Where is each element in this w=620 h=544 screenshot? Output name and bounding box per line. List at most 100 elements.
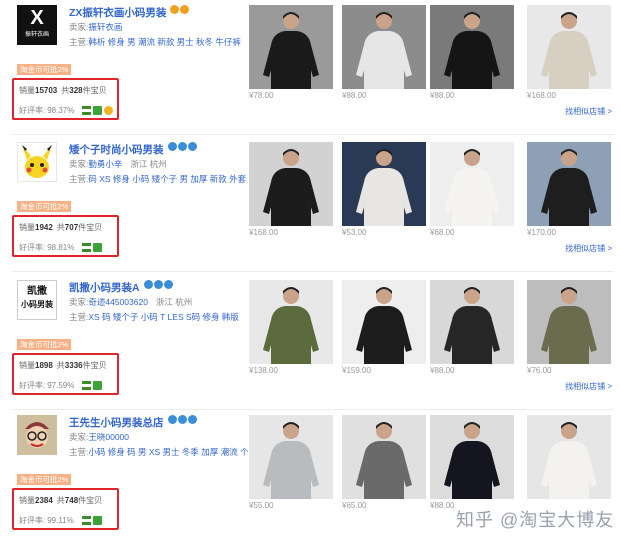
rating-line: 好评率: 97.59% — [19, 380, 103, 391]
product-image-4 — [527, 5, 611, 89]
total-value: 3336 — [64, 361, 83, 370]
store-name-link[interactable]: 凯撒小码男装A — [69, 280, 140, 295]
store-name-link[interactable]: 矮个子时尚小码男装 — [69, 142, 164, 157]
product-thumbnail[interactable] — [430, 280, 514, 364]
store-location: 浙江 杭州 — [155, 297, 193, 307]
product-image-2 — [342, 415, 426, 499]
total-unit: 件宝贝 — [78, 496, 103, 505]
product-thumbnail[interactable] — [249, 280, 333, 364]
product-price: ¥168.00 — [249, 228, 278, 237]
product-thumbnail[interactable] — [527, 415, 611, 499]
main-items-links[interactable]: XS 码 矮个子 小码 T LES S码 修身 韩版 — [88, 312, 239, 322]
shield-icon — [93, 106, 103, 116]
list-icon — [81, 516, 91, 526]
crown-icon — [178, 142, 187, 151]
seller-line: 卖家:振轩衣画 — [69, 21, 122, 33]
product-image-2 — [342, 280, 426, 364]
store-logo[interactable]: X 振轩衣画 — [17, 5, 57, 45]
product-thumbnail[interactable] — [342, 142, 426, 226]
sales-line: 销量15703 共328件宝贝 — [19, 85, 107, 96]
taojinbi-badge: 淘金币可抵2% — [17, 474, 72, 485]
seller-name-link[interactable]: 振轩衣画 — [88, 22, 122, 32]
rating-icons — [80, 106, 114, 116]
product-image-2 — [342, 142, 426, 226]
store-logo[interactable] — [17, 142, 57, 182]
find-similar-stores-link[interactable]: 找相似店铺 > — [565, 381, 612, 392]
store-logo[interactable] — [17, 415, 57, 455]
pikachu-logo-icon — [22, 145, 52, 178]
product-image-1 — [249, 5, 333, 89]
crown-icon — [144, 280, 153, 289]
total-label: 共 — [56, 361, 65, 370]
total-label: 共 — [56, 496, 65, 505]
store-row: 凯撒 小码男装 凯撒小码男装A 卖家:奇迹445003620 浙江 杭州主营:XS 码 … — [0, 275, 620, 410]
product-thumbnail[interactable] — [527, 5, 611, 89]
product-thumbnail[interactable] — [430, 5, 514, 89]
sales-value: 1898 — [35, 361, 53, 370]
rating-icons — [80, 243, 103, 253]
gold-medal-icon — [104, 106, 114, 116]
product-thumbnail[interactable] — [342, 415, 426, 499]
sales-line: 销量1898 共3336件宝贝 — [19, 360, 107, 371]
product-price: ¥168.00 — [527, 91, 556, 100]
product-thumbnail[interactable] — [342, 5, 426, 89]
seller-name-link[interactable]: 奇迹445003620 — [88, 297, 148, 307]
product-image-1 — [249, 142, 333, 226]
logo-mark: 凯撒 — [27, 286, 47, 297]
find-similar-stores-link[interactable]: 找相似店铺 > — [565, 106, 612, 117]
product-price: ¥65.00 — [342, 501, 367, 510]
product-price: ¥88.00 — [430, 366, 455, 375]
crown-icon — [168, 142, 177, 151]
seller-label: 卖家: — [69, 432, 89, 442]
store-stats-box: 销量1898 共3336件宝贝 好评率: 97.59% — [12, 353, 119, 395]
main-items-links[interactable]: 码 XS 修身 小码 矮个子 男 加厚 新款 外套 上衣 — [88, 174, 265, 184]
list-icon — [82, 243, 92, 253]
product-price: ¥55.00 — [249, 501, 274, 510]
main-label: 主营: — [69, 447, 89, 457]
store-name-link[interactable]: 王先生小码男装总店 — [69, 415, 164, 430]
product-image-3 — [430, 142, 514, 226]
list-icon — [82, 381, 92, 391]
product-thumbnail[interactable] — [249, 142, 333, 226]
product-thumbnail[interactable] — [430, 142, 514, 226]
seller-name-link[interactable]: 王晓00000 — [88, 432, 129, 442]
product-thumbnail[interactable] — [342, 280, 426, 364]
product-thumbnail[interactable] — [249, 415, 333, 499]
seller-name-link[interactable]: 勤勇小辛 — [88, 159, 122, 169]
logo-caption: 振轩衣画 — [24, 32, 49, 38]
rating-value: 99.11% — [47, 516, 74, 525]
seller-label: 卖家: — [69, 297, 89, 307]
main-items-links[interactable]: 韩析 修身 男 潮流 新款 男士 秋冬 牛仔裤 — [88, 37, 241, 47]
product-thumbnail[interactable] — [527, 280, 611, 364]
find-similar-stores-link[interactable]: 找相似店铺 > — [565, 243, 612, 254]
sales-value: 15703 — [35, 86, 58, 95]
total-label: 共 — [56, 223, 65, 232]
rating-line: 好评率: 99.11% — [19, 515, 102, 526]
store-row: X 振轩衣画 ZX振轩衣画小码男装 卖家:振轩衣画 主营:韩析 修身 男 潮流 新款 男… — [0, 0, 620, 135]
sales-label: 销量 — [19, 223, 35, 232]
store-crowns — [168, 142, 198, 153]
crown-icon — [178, 415, 187, 424]
crown-icon — [170, 5, 179, 14]
product-price: ¥88.00 — [430, 501, 455, 510]
main-label: 主营: — [69, 312, 89, 322]
crown-icon — [164, 280, 173, 289]
logo-mark: X — [30, 7, 44, 29]
product-price: ¥78.00 — [249, 91, 274, 100]
taojinbi-badge: 淘金币可抵2% — [17, 64, 72, 75]
shield-icon — [93, 243, 103, 253]
crown-icon — [188, 142, 197, 151]
main-items-links[interactable]: 小码 修身 码 男 XS 男士 冬季 加厚 潮流 个 — [88, 447, 248, 457]
product-thumbnail[interactable] — [527, 142, 611, 226]
sales-line: 销量2384 共748件宝贝 — [19, 495, 102, 506]
store-logo[interactable]: 凯撒 小码男装 — [17, 280, 57, 320]
product-image-2 — [342, 5, 426, 89]
main-items-line: 主营:小码 修身 码 男 XS 男士 冬季 加厚 潮流 个 — [69, 446, 248, 458]
product-thumbnail[interactable] — [249, 5, 333, 89]
zhihu-watermark: 知乎 @淘宝大博友 — [456, 510, 615, 530]
product-price: ¥159.00 — [342, 366, 371, 375]
rating-icons — [80, 381, 103, 391]
product-thumbnail[interactable] — [430, 415, 514, 499]
rating-line: 好评率: 98.37% — [19, 105, 114, 116]
store-name-link[interactable]: ZX振轩衣画小码男装 — [69, 5, 166, 20]
